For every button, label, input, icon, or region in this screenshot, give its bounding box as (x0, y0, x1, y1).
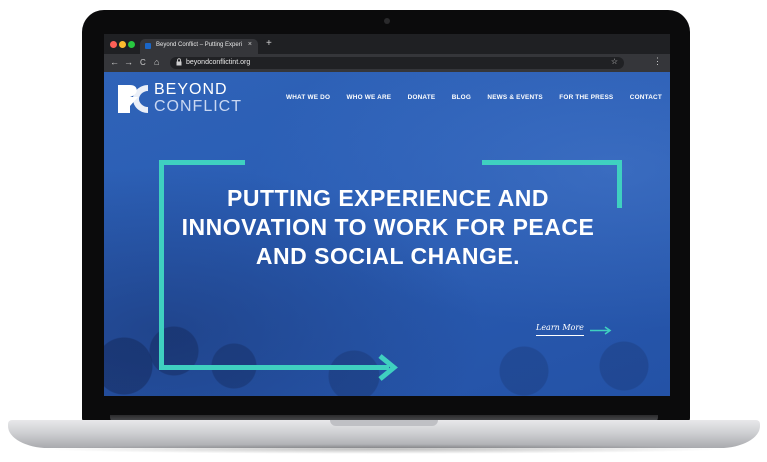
laptop-shadow (40, 444, 728, 454)
nav-donate[interactable]: DONATE (408, 94, 436, 106)
nav-what-we-do[interactable]: WHAT WE DO (286, 94, 330, 106)
nav-blog[interactable]: BLOG (452, 94, 471, 106)
bookmark-star-icon[interactable]: ☆ (611, 57, 618, 66)
browser-tab[interactable]: Beyond Conflict – Putting Experi × (140, 39, 258, 54)
minimize-window-icon[interactable] (119, 41, 126, 48)
reload-icon[interactable]: C (140, 58, 146, 67)
tab-close-icon[interactable]: × (248, 41, 252, 48)
back-icon[interactable]: ← (110, 57, 119, 67)
nav-for-the-press[interactable]: FOR THE PRESS (559, 94, 613, 106)
hero-headline: PUTTING EXPERIENCE AND INNOVATION TO WOR… (181, 185, 595, 269)
website-hero: BEYOND CONFLICT WHAT WE DO WHO WE ARE DO… (104, 72, 670, 396)
browser-tab-bar: Beyond Conflict – Putting Experi × + (104, 34, 670, 54)
url-text: beyondconflictint.org (186, 59, 251, 66)
logo-line-2: CONFLICT (154, 98, 242, 115)
nav-who-we-are[interactable]: WHO WE ARE (347, 94, 392, 106)
learn-more-link[interactable]: Learn More (536, 323, 584, 336)
arrow-right-icon[interactable] (590, 326, 612, 335)
logo-line-1: BEYOND (154, 81, 228, 98)
frame-line-bottom (159, 365, 389, 370)
nav-contact[interactable]: CONTACT (630, 94, 662, 106)
address-bar[interactable]: beyondconflictint.org ☆ (170, 57, 624, 69)
browser-toolbar: ← → C ⌂ beyondconflictint.org ☆ ⋮ (104, 54, 670, 72)
frame-arrow-icon (378, 354, 398, 381)
browser-menu-icon[interactable]: ⋮ (653, 56, 662, 67)
lock-icon (176, 58, 182, 68)
tab-title: Beyond Conflict – Putting Experi (156, 42, 243, 48)
frame-line-top-right (482, 160, 622, 165)
forward-icon[interactable]: → (124, 57, 133, 67)
home-icon[interactable]: ⌂ (154, 57, 159, 67)
favicon-icon (145, 43, 151, 49)
maximize-window-icon[interactable] (128, 41, 135, 48)
site-logo-wordmark[interactable]: BEYOND CONFLICT (154, 81, 242, 115)
frame-line-right (617, 160, 622, 208)
frame-line-left (159, 160, 164, 368)
new-tab-icon[interactable]: + (266, 38, 272, 49)
nav-news-events[interactable]: NEWS & EVENTS (487, 94, 543, 106)
beyond-conflict-logo-icon[interactable] (116, 82, 150, 116)
webcam-icon (384, 18, 390, 24)
frame-line-top-left (159, 160, 245, 165)
main-navigation: WHAT WE DO WHO WE ARE DONATE BLOG NEWS &… (286, 94, 670, 106)
laptop-notch (330, 420, 438, 426)
close-window-icon[interactable] (110, 41, 117, 48)
laptop-screen: Beyond Conflict – Putting Experi × + ← →… (104, 34, 670, 396)
